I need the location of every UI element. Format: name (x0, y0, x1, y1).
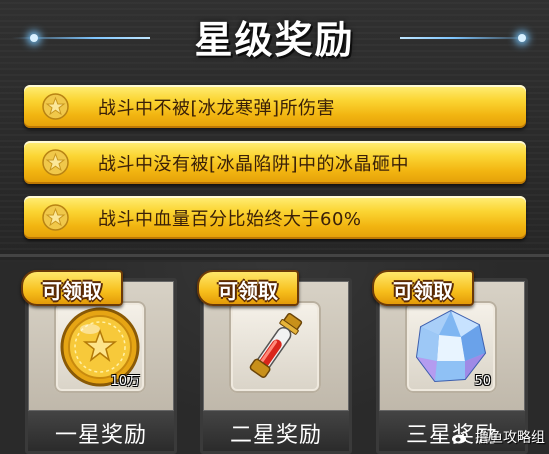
star-icon (42, 93, 69, 120)
claim-label: 可领取 (218, 279, 278, 303)
star-icon (42, 149, 69, 176)
watermark-text: 撸鱼攻略组 (475, 430, 545, 446)
claim-button-2[interactable]: 可领取 (197, 270, 299, 306)
condition-text: 战斗中血量百分比始终大于60% (98, 209, 362, 230)
reward-label-bar: 二星奖励 (203, 410, 349, 451)
weibo-logo-icon (451, 430, 469, 444)
claim-label: 可领取 (42, 279, 102, 303)
red-potion-icon (233, 305, 317, 393)
reward-icon-frame (229, 301, 321, 393)
reward-quantity: 50 (474, 374, 491, 389)
reward-icon-frame: 50 (405, 301, 497, 393)
claim-button-3[interactable]: 可领取 (372, 270, 474, 306)
reward-label-bar: 一星奖励 (28, 410, 174, 451)
reward-quantity: 10万 (110, 374, 140, 389)
claim-label: 可领取 (393, 279, 453, 303)
page-title: 星级奖励 (194, 18, 355, 62)
claim-button-1[interactable]: 可领取 (21, 270, 123, 306)
watermark: 撸鱼攻略组 (451, 427, 545, 447)
reward-icon-frame: 10万 (54, 301, 146, 393)
star-icon (42, 204, 69, 231)
condition-item-2: 战斗中没有被[冰晶陷阱]中的冰晶砸中 (24, 141, 526, 184)
condition-text: 战斗中没有被[冰晶陷阱]中的冰晶砸中 (98, 154, 410, 175)
condition-item-1: 战斗中不被[冰龙寒弹]所伤害 (24, 85, 526, 128)
condition-text: 战斗中不被[冰龙寒弹]所伤害 (98, 98, 336, 119)
reward-label: 一星奖励 (54, 423, 147, 448)
divider (0, 254, 549, 257)
reward-label: 二星奖励 (229, 423, 322, 448)
condition-item-3: 战斗中血量百分比始终大于60% (24, 196, 526, 239)
